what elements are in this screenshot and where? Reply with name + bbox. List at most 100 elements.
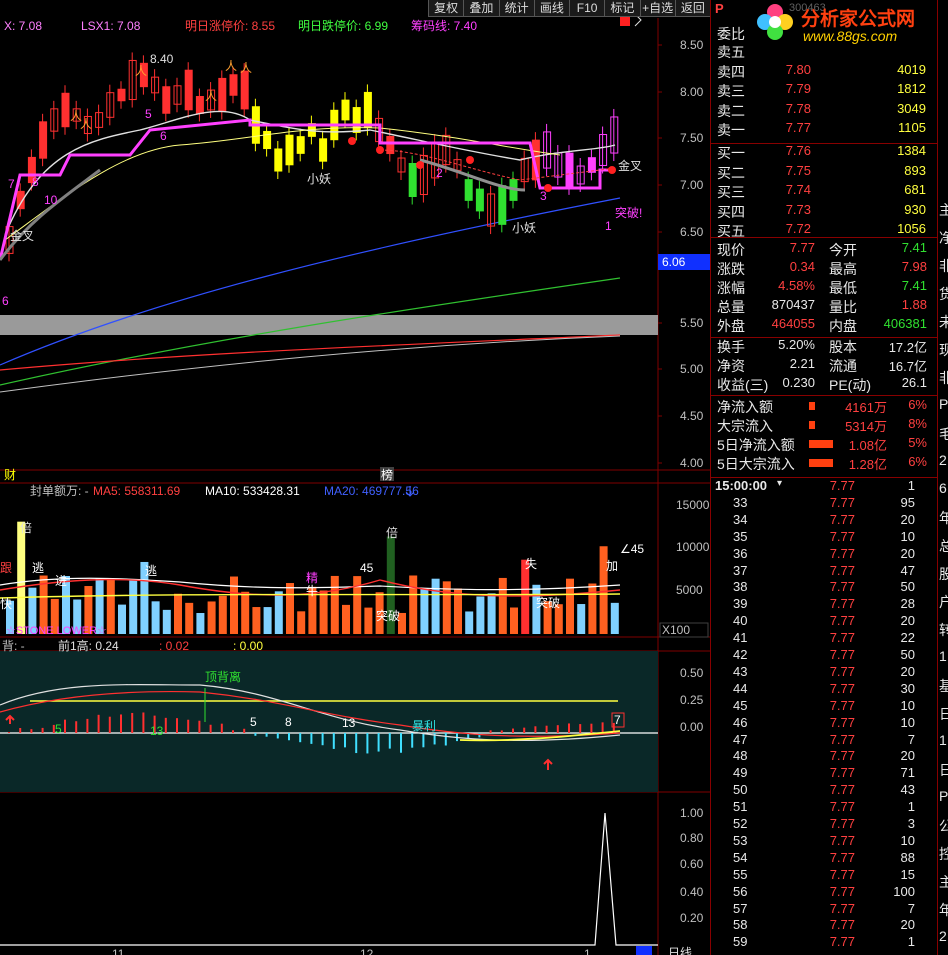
tick-price-15: 7.77: [829, 731, 855, 747]
tick-price-13: 7.77: [829, 697, 855, 713]
tick-vol-12: 30: [900, 680, 915, 696]
candle-body: [274, 148, 283, 172]
edge-char-18: 日: [939, 706, 948, 722]
candle-body: [184, 69, 193, 111]
kline-chart-svg[interactable]: X: 7.08 LSX1: 7.08 明日涨停价: 8.55 明日跌停价: 6.99 筹…: [0, 0, 710, 955]
tick-price-14: 7.77: [829, 714, 855, 730]
fund-v2-0: 17.2亿: [888, 340, 927, 355]
edge-char-20: 日: [939, 762, 948, 778]
tick-price-17: 7.77: [829, 765, 855, 781]
tick-time-19: 51: [733, 799, 748, 815]
toolbar-btn-6[interactable]: +自选: [639, 0, 675, 16]
order-vol-3: 3049: [897, 100, 926, 116]
vol-bar: [17, 521, 26, 634]
main-chart-area[interactable]: X: 7.08 LSX1: 7.08 明日涨停价: 8.55 明日跌停价: 6.99 筹…: [0, 0, 710, 955]
candle-body: [587, 157, 596, 173]
vol-bar: [263, 607, 272, 634]
vol-label-bei2: 倍: [386, 525, 398, 540]
label-n8: 8: [32, 175, 39, 189]
fund-l2-1: 流通: [829, 358, 857, 374]
flow-bar-3: [809, 459, 833, 467]
logo-url: www.88gs.com: [803, 28, 898, 44]
tick-price-18: 7.77: [829, 782, 855, 798]
tick-price-4: 7.77: [829, 545, 855, 561]
tick-price-21: 7.77: [829, 832, 855, 848]
tick-price-23: 7.77: [829, 866, 855, 882]
signal-dot-5: [608, 166, 616, 174]
vol-label-tupo1: 突破: [376, 608, 400, 623]
order-label-1: 卖四: [717, 63, 745, 80]
vol-label-tupo2: 突破: [536, 595, 560, 610]
tick-price-7: 7.77: [829, 596, 855, 612]
vol-label-star: ☆STONE LOWER☆: [6, 625, 107, 637]
label-n10: 10: [44, 193, 58, 207]
tick-vol-17: 71: [900, 765, 915, 781]
quote-l2-0: 今开: [829, 242, 857, 258]
toolbar-btn-4[interactable]: F10: [569, 0, 604, 16]
tick-vol-25: 7: [907, 900, 915, 916]
order-price-4: 7.77: [785, 120, 811, 136]
price-axis-label-3: 7.00: [680, 178, 704, 192]
candle-body: [498, 185, 507, 225]
weibi-label: 委比: [717, 26, 745, 42]
vol-bar: [185, 602, 194, 634]
vol-bar: [297, 611, 306, 634]
tick-price-24: 7.77: [829, 883, 855, 899]
edge-char-7: P: [939, 396, 948, 412]
edge-char-25: 年: [939, 902, 948, 918]
tick-time-12: 44: [733, 680, 748, 696]
tick-dropdown-icon[interactable]: ▾: [777, 478, 782, 489]
toolbar-btn-7[interactable]: 返回: [674, 0, 710, 16]
toolbar-btn-0[interactable]: 复权: [428, 0, 463, 16]
macd-label-5a: 5: [55, 722, 62, 736]
edge-char-11: 年: [939, 510, 948, 526]
tick-price-1: 7.77: [829, 494, 855, 510]
date-label-12: 12: [360, 947, 374, 955]
order-label-0: 卖五: [717, 44, 745, 60]
vol-bar: [129, 580, 138, 634]
toolbar: 复权 叠加 统计 画线 F10 标记 +自选 返回: [428, 0, 710, 17]
vol-label-45a: 45: [360, 561, 374, 575]
quote-v2-0: 7.41: [901, 240, 927, 255]
tick-time-2: 34: [733, 511, 748, 527]
flow-bar-0: [809, 402, 815, 410]
edge-char-24: 主: [939, 874, 948, 890]
fund-v2-1: 16.7亿: [888, 359, 927, 374]
bot-axis-label-1: 0.80: [680, 831, 704, 845]
main-header-4: 筹码线: 7.40: [411, 19, 477, 33]
edge-char-9: 2: [939, 452, 947, 468]
macd-header-2: : 0.02: [159, 639, 189, 653]
quote-v1-4: 464055: [771, 316, 815, 331]
toolbar-btn-2[interactable]: 统计: [498, 0, 534, 16]
date-label-1: 1: [584, 947, 591, 955]
order-price-8: 7.73: [785, 201, 811, 217]
order-vol-5: 1384: [897, 143, 926, 158]
quote-l2-1: 最高: [829, 261, 857, 277]
candle-body: [117, 88, 126, 102]
tick-price-19: 7.77: [829, 799, 855, 815]
vol-axis-label-0: 15000: [676, 498, 710, 512]
candle-body: [464, 179, 473, 201]
vol-bar: [465, 611, 474, 634]
flow-value-1: 5314万: [845, 419, 887, 434]
macd-axis-label-0: 0.50: [680, 666, 704, 680]
edge-char-8: 毛: [939, 426, 948, 442]
tick-time-6: 38: [733, 579, 748, 595]
price-axis-label-5: 6.06: [662, 255, 686, 269]
vol-header-3: MA20: 469777.56: [324, 484, 419, 498]
person-icon-5: 人: [240, 61, 252, 75]
tick-time-23: 55: [733, 866, 748, 882]
tick-vol-3: 10: [900, 528, 915, 544]
quote-v2-4: 406381: [883, 316, 927, 331]
vol-axis-label-3: X100: [662, 623, 690, 637]
flow-label-0: 净流入额: [717, 399, 773, 415]
toolbar-btn-3[interactable]: 画线: [533, 0, 569, 16]
main-header-1: LSX1: 7.08: [81, 19, 141, 33]
toolbar-btn-1[interactable]: 叠加: [463, 0, 498, 16]
vol-axis-label-1: 10000: [676, 540, 710, 554]
toolbar-btn-5[interactable]: 标记: [604, 0, 639, 16]
candle-body: [218, 77, 227, 113]
macd-axis-label-1: 0.25: [680, 693, 704, 707]
flow-label-3: 5日大宗流入: [717, 456, 795, 472]
order-label-3: 卖二: [717, 102, 745, 119]
